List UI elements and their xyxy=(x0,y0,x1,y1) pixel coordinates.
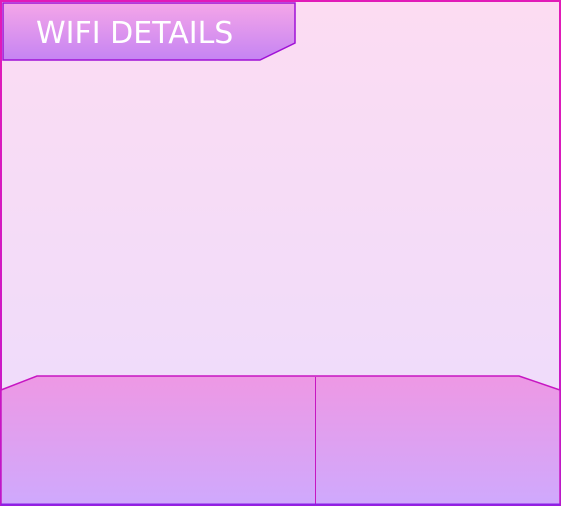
footer-right-button[interactable] xyxy=(316,377,559,504)
footer-left-button[interactable] xyxy=(2,377,315,504)
wifi-details-panel: WIFI DETAILS xyxy=(0,0,561,506)
panel-title: WIFI DETAILS xyxy=(36,16,234,51)
